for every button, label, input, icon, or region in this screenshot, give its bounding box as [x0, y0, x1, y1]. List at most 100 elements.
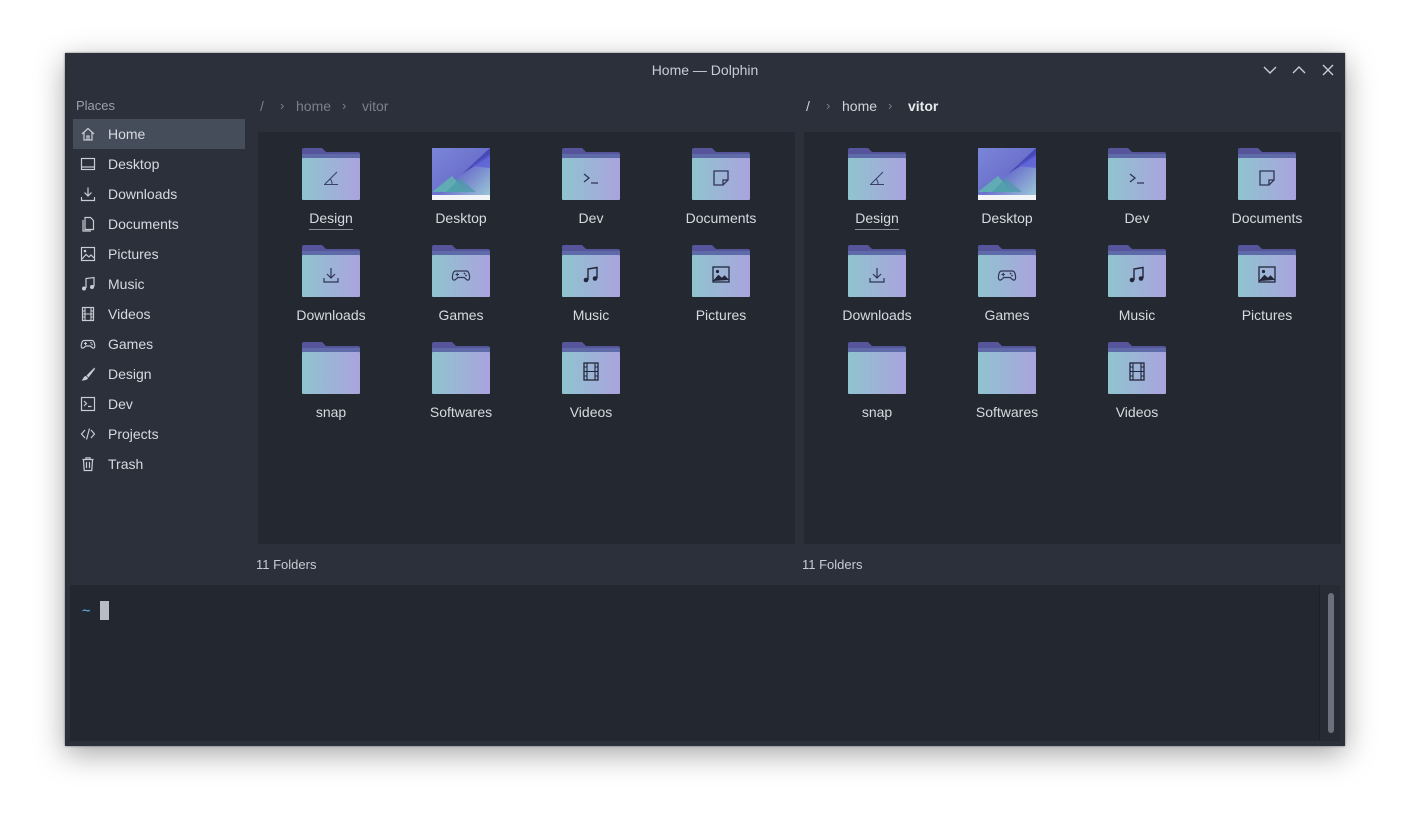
folder-gamepad-icon [978, 245, 1036, 297]
title-bar[interactable]: Home — Dolphin [65, 53, 1345, 87]
folder-label-text: Videos [569, 404, 613, 420]
folder-item-desktop[interactable]: Desktop [396, 132, 526, 229]
folder-item-softwares[interactable]: Softwares [396, 326, 526, 423]
folder-terminal-icon [562, 148, 620, 200]
folder-icon [848, 342, 906, 394]
folder-label-text: snap [315, 404, 347, 420]
folder-film-icon [1108, 342, 1166, 394]
folder-item-snap[interactable]: snap [812, 326, 942, 423]
terminal-cursor [100, 601, 109, 620]
sidebar-item-home[interactable]: Home [73, 119, 245, 149]
sidebar-item-projects[interactable]: Projects [73, 419, 245, 449]
trash-icon [80, 456, 96, 472]
folder-label: Desktop [942, 210, 1072, 226]
breadcrumb-vitor[interactable]: vitor [362, 98, 388, 114]
picture-icon [80, 246, 96, 262]
sidebar-item-label: Games [108, 336, 154, 352]
folder-label-text: Music [1118, 307, 1156, 323]
folder-label-text: Desktop [435, 210, 487, 226]
folder-item-documents[interactable]: Documents [656, 132, 786, 229]
sidebar-item-label: Videos [108, 306, 151, 322]
folder-label: Design [812, 210, 942, 230]
status-folder-count-right: 11 Folders [802, 557, 863, 572]
folder-download-icon [302, 245, 360, 297]
sidebar-item-trash[interactable]: Trash [73, 449, 245, 479]
places-panel: Places Home Desktop Downloads Documents Pict… [73, 93, 245, 479]
terminal-scrollbar-thumb[interactable] [1328, 593, 1334, 733]
terminal-scrollbar[interactable] [1319, 585, 1340, 741]
close-icon [1322, 64, 1334, 76]
folder-label: Music [1072, 307, 1202, 323]
sidebar-item-pictures[interactable]: Pictures [73, 239, 245, 269]
folder-item-downloads[interactable]: Downloads [812, 229, 942, 326]
folder-item-dev[interactable]: Dev [1072, 132, 1202, 229]
folder-icon [432, 342, 490, 394]
folder-item-design[interactable]: Design [266, 132, 396, 230]
chevron-right-icon: › [342, 98, 347, 113]
folder-label: Videos [1072, 404, 1202, 420]
folder-label: Games [396, 307, 526, 323]
folder-item-design[interactable]: Design [812, 132, 942, 230]
breadcrumb-vitor[interactable]: vitor [908, 98, 938, 114]
desktop-icon [80, 156, 96, 172]
folder-view-left[interactable]: Design Desktop Dev Documents Downloads Games M… [258, 132, 795, 544]
minimize-button[interactable] [1260, 60, 1280, 80]
sidebar-item-label: Home [108, 126, 146, 142]
places-heading: Places [76, 98, 116, 113]
sidebar-item-design[interactable]: Design [73, 359, 245, 389]
folder-label: Music [526, 307, 656, 323]
folder-music-icon [1108, 245, 1166, 297]
status-folder-count-left: 11 Folders [256, 557, 317, 572]
folder-item-desktop[interactable]: Desktop [942, 132, 1072, 229]
terminal-panel[interactable]: ~ [70, 585, 1340, 741]
folder-label-text: Games [984, 307, 1030, 323]
folder-item-pictures[interactable]: Pictures [1202, 229, 1332, 326]
sidebar-item-dev[interactable]: Dev [73, 389, 245, 419]
folder-label: Dev [526, 210, 656, 226]
sidebar-item-label: Desktop [108, 156, 160, 172]
chevron-down-icon [1263, 66, 1277, 74]
sidebar-item-music[interactable]: Music [73, 269, 245, 299]
folder-design-icon [302, 148, 360, 200]
sidebar-item-label: Design [108, 366, 152, 382]
folder-item-games[interactable]: Games [396, 229, 526, 326]
breadcrumb-root[interactable]: / [260, 98, 264, 114]
breadcrumb-root[interactable]: / [806, 98, 810, 114]
folder-music-icon [562, 245, 620, 297]
folder-item-videos[interactable]: Videos [526, 326, 656, 423]
folder-item-videos[interactable]: Videos [1072, 326, 1202, 423]
folder-view-right[interactable]: Design Desktop Dev Documents Downloads Games M… [804, 132, 1341, 544]
chevron-right-icon: › [888, 98, 893, 113]
folder-label-text: Desktop [981, 210, 1033, 226]
folder-item-snap[interactable]: snap [266, 326, 396, 423]
folder-label-text: Softwares [429, 404, 493, 420]
folder-item-documents[interactable]: Documents [1202, 132, 1332, 229]
folder-label-text: Dev [578, 210, 604, 226]
folder-item-games[interactable]: Games [942, 229, 1072, 326]
sidebar-item-videos[interactable]: Videos [73, 299, 245, 329]
folder-label: Pictures [1202, 307, 1332, 323]
folder-item-dev[interactable]: Dev [526, 132, 656, 229]
breadcrumb-home[interactable]: home [296, 98, 331, 114]
folder-label: Pictures [656, 307, 786, 323]
sidebar-item-games[interactable]: Games [73, 329, 245, 359]
sidebar-item-desktop[interactable]: Desktop [73, 149, 245, 179]
folder-item-music[interactable]: Music [526, 229, 656, 326]
folder-item-music[interactable]: Music [1072, 229, 1202, 326]
folder-picture-icon [692, 245, 750, 297]
sidebar-item-downloads[interactable]: Downloads [73, 179, 245, 209]
folder-label-text: Softwares [975, 404, 1039, 420]
folder-label: Softwares [942, 404, 1072, 420]
sidebar-item-documents[interactable]: Documents [73, 209, 245, 239]
folder-label-text: Design [855, 210, 899, 230]
folder-item-downloads[interactable]: Downloads [266, 229, 396, 326]
folder-download-icon [848, 245, 906, 297]
folder-item-softwares[interactable]: Softwares [942, 326, 1072, 423]
folder-item-pictures[interactable]: Pictures [656, 229, 786, 326]
breadcrumb-home[interactable]: home [842, 98, 877, 114]
folder-label: Downloads [812, 307, 942, 323]
folder-desktop-icon [432, 148, 490, 200]
maximize-button[interactable] [1289, 60, 1309, 80]
folder-label: Dev [1072, 210, 1202, 226]
close-button[interactable] [1318, 60, 1338, 80]
